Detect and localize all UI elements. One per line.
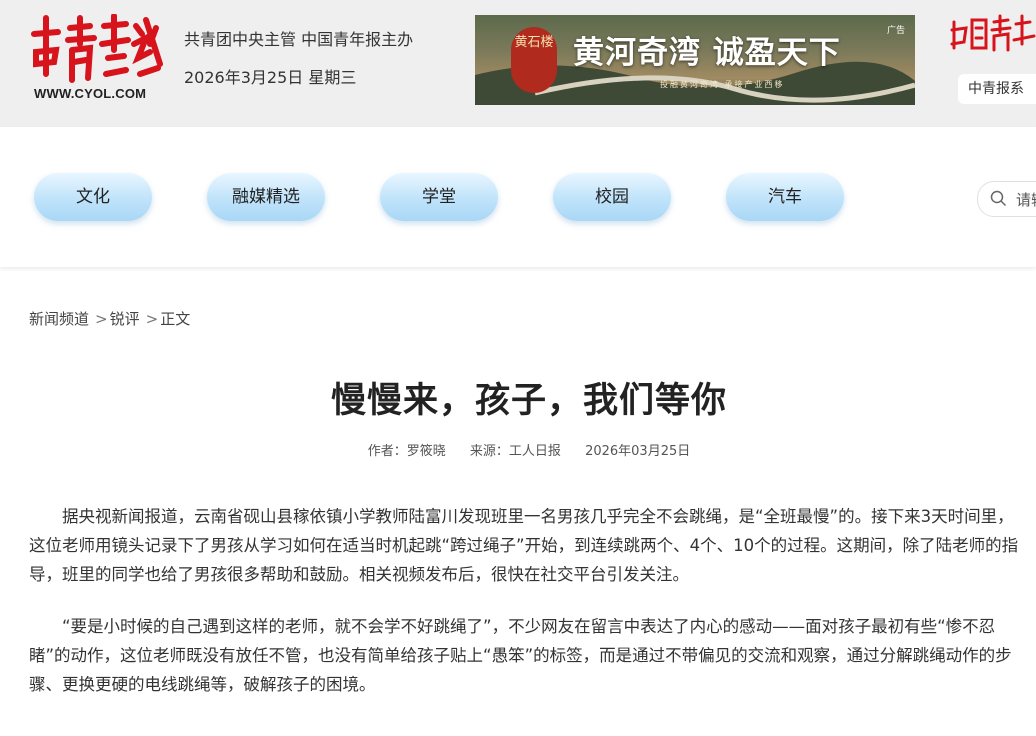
breadcrumb-separator: > [145,310,159,328]
org-line: 共青团中央主管 中国青年报主办 [184,30,414,49]
nav-item-culture[interactable]: 文化 [34,173,152,221]
nav-item-campus[interactable]: 校园 [553,173,671,221]
partner-logo[interactable] [950,14,1036,54]
search-box[interactable]: 请输 [977,181,1036,217]
site-logo[interactable]: WWW.CYOL.COM [28,14,163,104]
ad-label: 广告 [886,26,905,36]
main-nav: 文化 融媒精选 学堂 校园 汽车 请输 [0,127,1036,267]
article-meta: 作者：罗筱晓 来源：工人日报 2026年03月25日 [0,440,1036,459]
breadcrumb-news[interactable]: 新闻频道 [29,310,89,328]
nav-item-media[interactable]: 融媒精选 [207,173,325,221]
logo-url: WWW.CYOL.COM [34,86,147,101]
search-placeholder: 请输 [1016,191,1036,209]
nav-item-auto[interactable]: 汽车 [726,173,844,221]
breadcrumb: 新闻频道 > 锐评 > 正文 [29,308,190,329]
article-body: 据央视新闻报道，云南省砚山县稼依镇小学教师陆富川发现班里一名男孩几乎完全不会跳绳… [29,502,1025,722]
article-date: 2026年03月25日 [585,444,691,459]
banner-subtitle: 投融黄河奇湾 承接产业西移 [660,80,785,89]
date-line: 2026年3月25日 星期三 [184,68,357,87]
article-paragraph: “要是小时候的自己遇到这样的老师，就不会学不好跳绳了”，不少网友在留言中表达了内… [29,617,1012,694]
breadcrumb-current: 正文 [160,310,191,328]
article-source: 来源：工人日报 [469,444,561,459]
banner-seal: 黄石楼 [511,27,557,93]
search-icon [990,190,1007,207]
site-header: WWW.CYOL.COM 共青团中央主管 中国青年报主办 2026年3月25日 … [0,0,1036,127]
banner-title: 黄河奇湾 诚盈天下 [573,35,841,71]
logo-calligraphy [31,14,163,83]
partner-button[interactable]: 中青报系 [958,74,1036,104]
article-title: 慢慢来，孩子，我们等你 [330,381,727,421]
breadcrumb-commentary[interactable]: 锐评 [110,310,140,328]
breadcrumb-separator: > [95,310,108,328]
article-author: 作者：罗筱晓 [367,444,446,459]
nav-item-school[interactable]: 学堂 [380,173,498,221]
article-paragraph: 据央视新闻报道，云南省砚山县稼依镇小学教师陆富川发现班里一名男孩几乎完全不会跳绳… [29,507,1019,584]
ad-banner[interactable]: 黄石楼 黄河奇湾 诚盈天下 广告 投融黄河奇湾 承接产业西移 [475,15,915,105]
